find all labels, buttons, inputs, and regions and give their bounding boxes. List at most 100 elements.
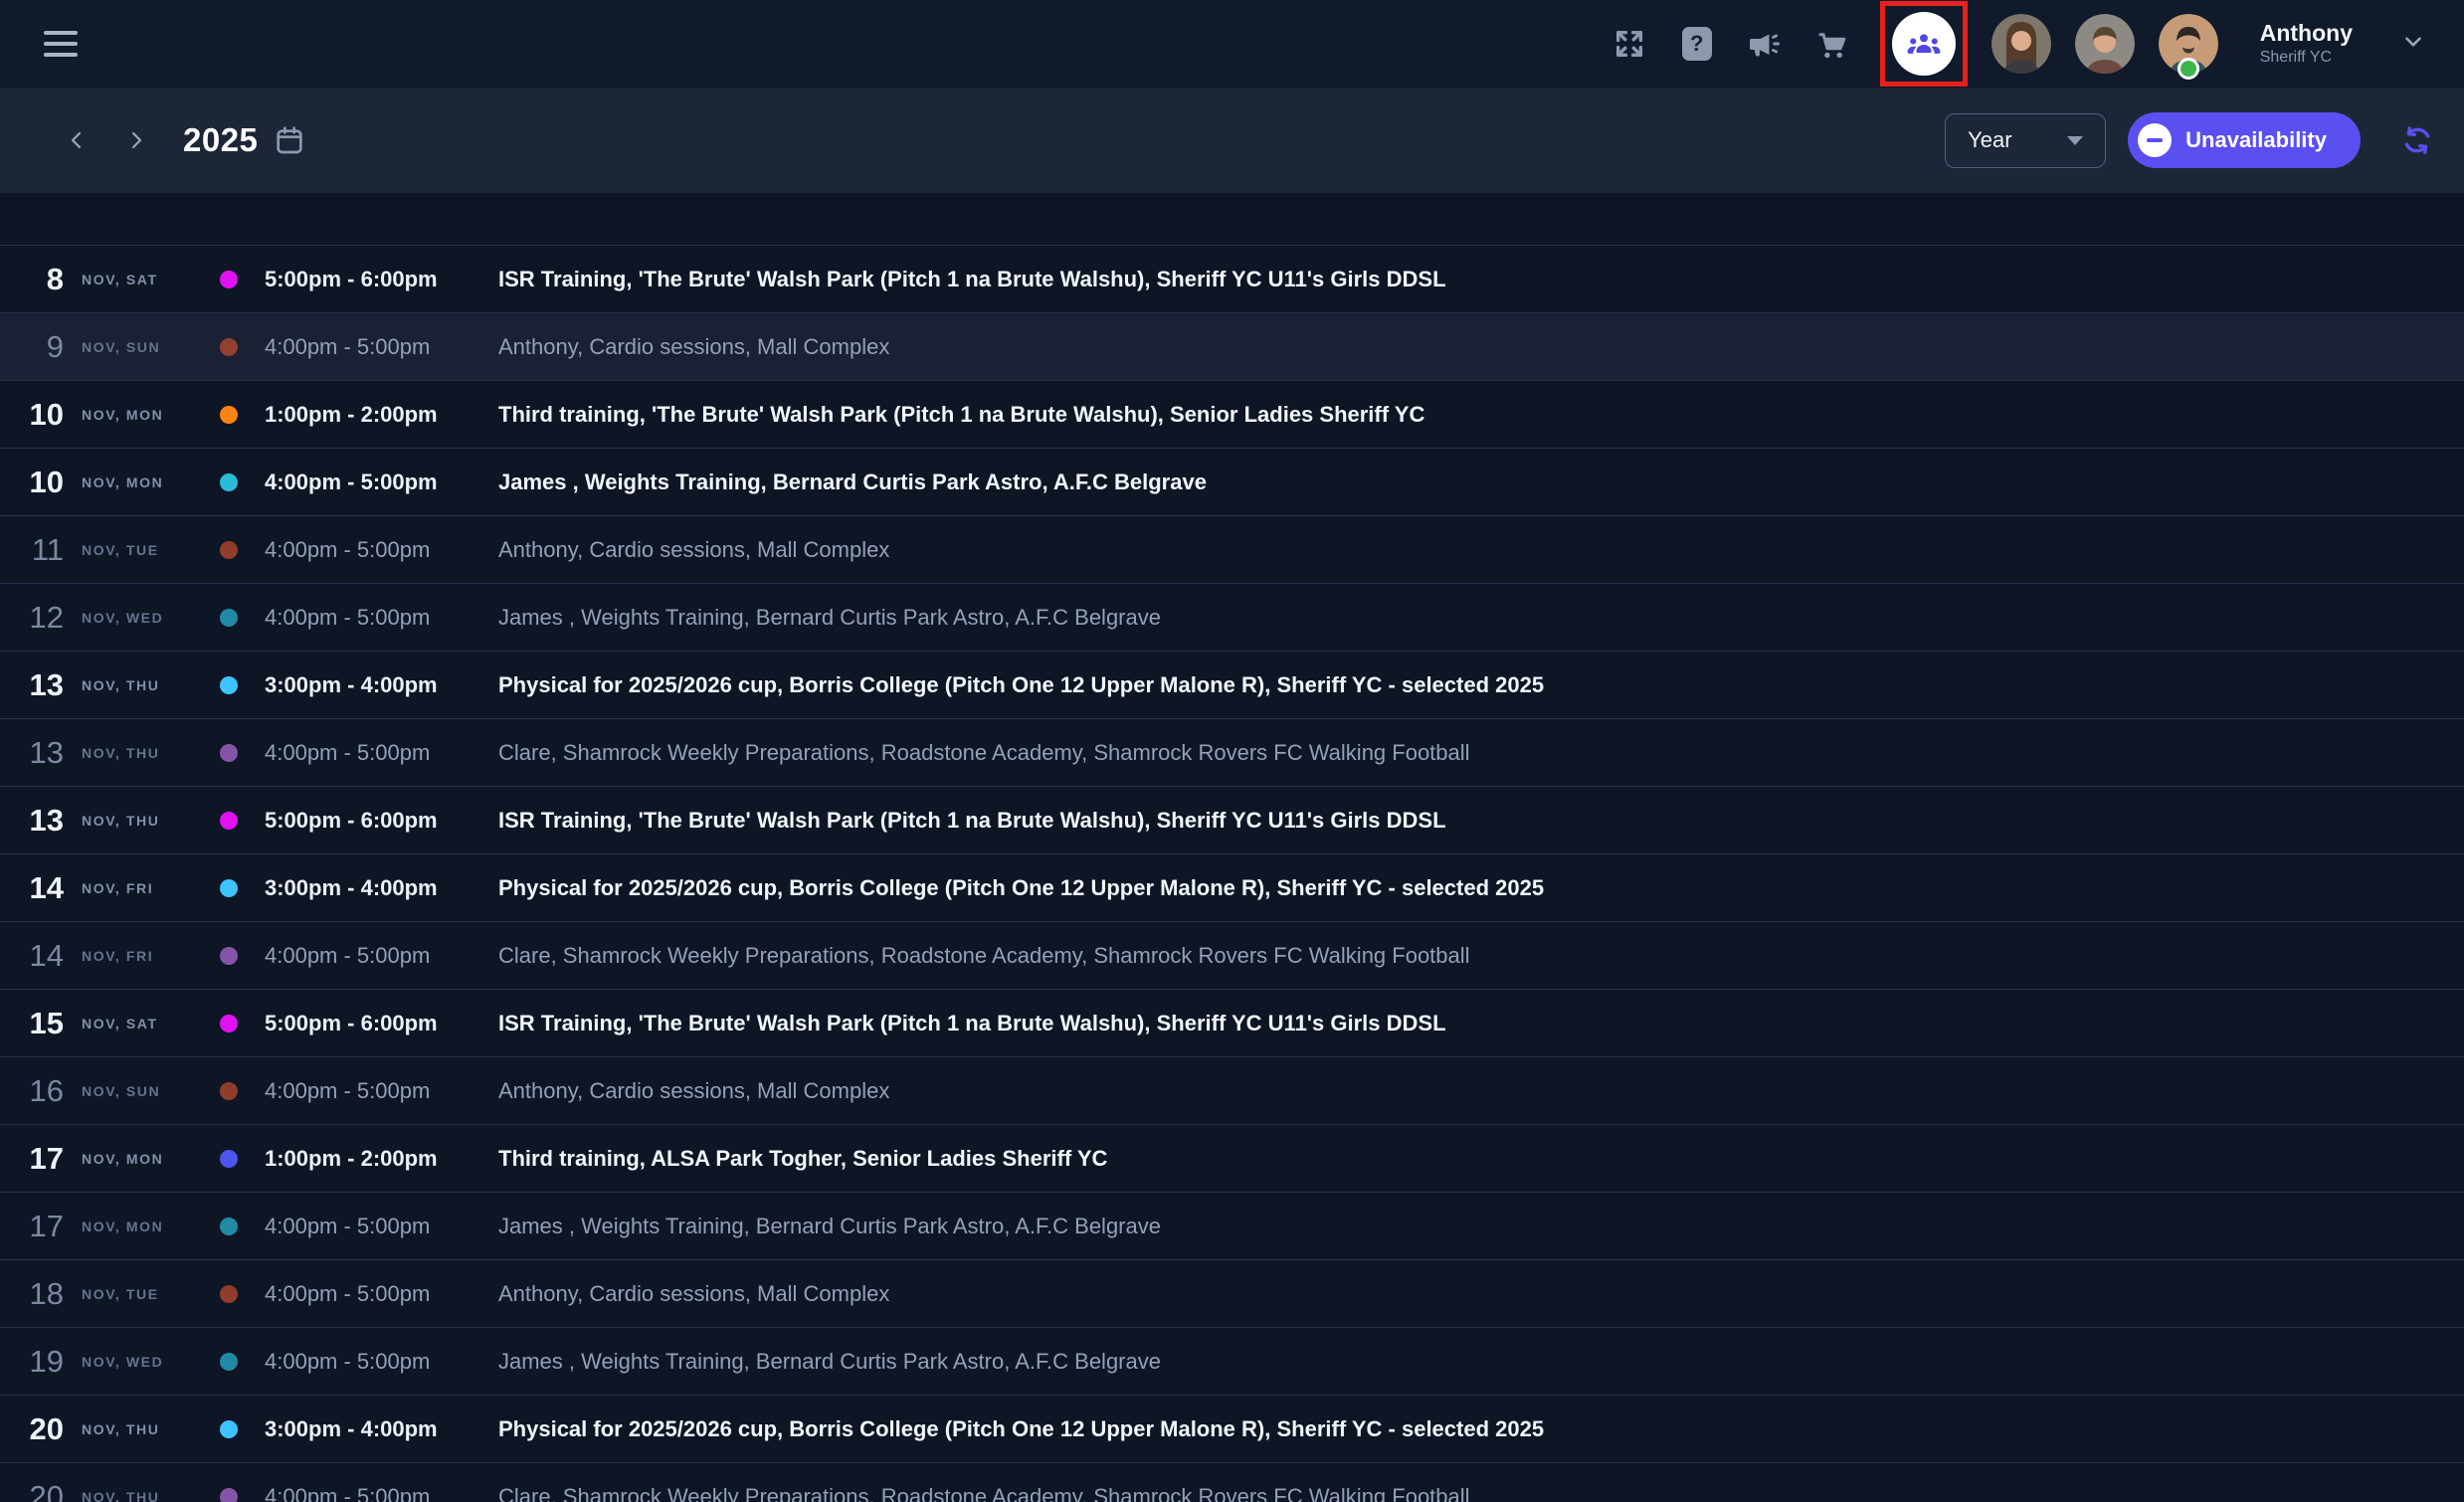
event-row[interactable]: 20 NOV, THU 3:00pm - 4:00pm Physical for… <box>0 1395 2464 1462</box>
people-group-icon <box>1905 25 1943 63</box>
event-row[interactable]: 13 NOV, THU 5:00pm - 6:00pm ISR Training… <box>0 786 2464 853</box>
event-title: Third training, 'The Brute' Walsh Park (… <box>498 402 2464 428</box>
team-members-button[interactable] <box>1892 12 1956 76</box>
event-time: 5:00pm - 6:00pm <box>239 1011 498 1036</box>
event-title: Clare, Shamrock Weekly Preparations, Roa… <box>498 943 2464 969</box>
day-number: 20 <box>0 1479 64 1502</box>
teammate-avatar-3[interactable] <box>2159 14 2218 74</box>
topbar-actions: ? <box>1582 1 2434 87</box>
event-time: 4:00pm - 5:00pm <box>239 1484 498 1502</box>
event-color-dot <box>220 1353 238 1371</box>
event-row[interactable]: 20 NOV, THU 4:00pm - 5:00pm Clare, Shamr… <box>0 1462 2464 1502</box>
event-color-dot <box>220 609 238 627</box>
event-row[interactable]: 17 NOV, MON 1:00pm - 2:00pm Third traini… <box>0 1124 2464 1192</box>
day-number: 10 <box>0 465 64 500</box>
annotation-rectangle <box>1880 1 1968 87</box>
event-time: 4:00pm - 5:00pm <box>239 605 498 631</box>
day-label: NOV, TUE <box>64 542 219 558</box>
view-mode-value: Year <box>1968 127 2011 153</box>
view-mode-select[interactable]: Year <box>1945 113 2106 168</box>
event-row[interactable]: 14 NOV, FRI 4:00pm - 5:00pm Clare, Shamr… <box>0 921 2464 989</box>
day-label: NOV, FRI <box>64 948 219 964</box>
day-label: NOV, THU <box>64 677 219 693</box>
day-number: 13 <box>0 667 64 703</box>
event-row[interactable]: 10 NOV, MON 1:00pm - 2:00pm Third traini… <box>0 380 2464 448</box>
day-label: NOV, SUN <box>64 339 219 355</box>
event-color-dot <box>220 1218 238 1235</box>
help-icon[interactable]: ? <box>1677 24 1717 64</box>
calendar-toolbar: 2025 Year Unavailability <box>0 88 2464 193</box>
event-row[interactable]: 10 NOV, MON 4:00pm - 5:00pm James , Weig… <box>0 448 2464 515</box>
hamburger-menu-icon[interactable] <box>44 31 78 57</box>
day-label: NOV, THU <box>64 813 219 829</box>
day-label: NOV, MON <box>64 474 219 490</box>
event-row[interactable]: 14 NOV, FRI 3:00pm - 4:00pm Physical for… <box>0 853 2464 921</box>
toolbar-right: Year Unavailability <box>1945 112 2434 168</box>
event-title: Physical for 2025/2026 cup, Borris Colle… <box>498 1416 2464 1442</box>
announcements-icon[interactable] <box>1745 24 1785 64</box>
event-time: 4:00pm - 5:00pm <box>239 943 498 969</box>
day-number: 14 <box>0 938 64 974</box>
event-color-dot <box>220 947 238 965</box>
event-time: 5:00pm - 6:00pm <box>239 267 498 292</box>
day-label: NOV, TUE <box>64 1286 219 1302</box>
event-color-dot <box>220 338 238 356</box>
event-title: Clare, Shamrock Weekly Preparations, Roa… <box>498 740 2464 766</box>
event-color-dot <box>220 406 238 424</box>
event-time: 4:00pm - 5:00pm <box>239 334 498 360</box>
day-label: NOV, FRI <box>64 880 219 896</box>
event-row[interactable]: 13 NOV, THU 4:00pm - 5:00pm Clare, Shamr… <box>0 718 2464 786</box>
event-title: Third training, ALSA Park Togher, Senior… <box>498 1146 2464 1172</box>
day-number: 17 <box>0 1141 64 1177</box>
user-team: Sheriff YC <box>2260 48 2353 68</box>
event-title: ISR Training, 'The Brute' Walsh Park (Pi… <box>498 808 2464 834</box>
event-row[interactable]: 11 NOV, TUE 4:00pm - 5:00pm Anthony, Car… <box>0 515 2464 583</box>
event-row[interactable]: 18 NOV, TUE 4:00pm - 5:00pm Anthony, Car… <box>0 1259 2464 1327</box>
prev-period-button[interactable] <box>60 122 95 158</box>
day-number: 11 <box>0 532 64 568</box>
event-row[interactable]: 9 NOV, SUN 4:00pm - 5:00pm Anthony, Card… <box>0 312 2464 380</box>
event-row[interactable]: 8 NOV, SAT 5:00pm - 6:00pm ISR Training,… <box>0 245 2464 312</box>
event-color-dot <box>220 1285 238 1303</box>
event-color-dot <box>220 271 238 288</box>
event-time: 3:00pm - 4:00pm <box>239 672 498 698</box>
day-label: NOV, THU <box>64 1489 219 1502</box>
event-row[interactable]: 16 NOV, SUN 4:00pm - 5:00pm Anthony, Car… <box>0 1056 2464 1124</box>
unavailability-button[interactable]: Unavailability <box>2128 112 2361 168</box>
day-number: 9 <box>0 329 64 365</box>
event-time: 4:00pm - 5:00pm <box>239 537 498 563</box>
event-time: 1:00pm - 2:00pm <box>239 402 498 428</box>
event-row[interactable]: 13 NOV, THU 3:00pm - 4:00pm Physical for… <box>0 651 2464 718</box>
event-title: James , Weights Training, Bernard Curtis… <box>498 469 2464 495</box>
fullscreen-icon[interactable] <box>1610 24 1649 64</box>
current-user[interactable]: Anthony Sheriff YC <box>2260 19 2353 68</box>
event-color-dot <box>220 1082 238 1100</box>
day-number: 13 <box>0 803 64 839</box>
day-label: NOV, MON <box>64 1219 219 1234</box>
next-period-button[interactable] <box>117 122 153 158</box>
day-label: NOV, SAT <box>64 272 219 287</box>
event-title: ISR Training, 'The Brute' Walsh Park (Pi… <box>498 1011 2464 1036</box>
day-number: 14 <box>0 870 64 906</box>
online-status-dot <box>2178 58 2199 80</box>
cart-icon[interactable] <box>1812 24 1852 64</box>
sync-icon[interactable] <box>2400 123 2434 157</box>
event-color-dot <box>220 676 238 694</box>
event-row[interactable]: 12 NOV, WED 4:00pm - 5:00pm James , Weig… <box>0 583 2464 651</box>
event-row[interactable]: 17 NOV, MON 4:00pm - 5:00pm James , Weig… <box>0 1192 2464 1259</box>
day-number: 16 <box>0 1073 64 1109</box>
event-time: 5:00pm - 6:00pm <box>239 808 498 834</box>
top-bar: ? <box>0 0 2464 88</box>
day-number: 10 <box>0 397 64 433</box>
teammate-avatar-1[interactable] <box>1991 14 2051 74</box>
day-label: NOV, WED <box>64 610 219 626</box>
teammate-avatar-2[interactable] <box>2075 14 2135 74</box>
chevron-down-icon[interactable] <box>2400 29 2426 58</box>
event-row[interactable]: 19 NOV, WED 4:00pm - 5:00pm James , Weig… <box>0 1327 2464 1395</box>
day-number: 20 <box>0 1411 64 1447</box>
day-label: NOV, THU <box>64 1421 219 1437</box>
event-title: Clare, Shamrock Weekly Preparations, Roa… <box>498 1484 2464 1502</box>
chevron-right-icon <box>123 128 147 152</box>
calendar-icon[interactable] <box>274 122 305 158</box>
event-row[interactable]: 15 NOV, SAT 5:00pm - 6:00pm ISR Training… <box>0 989 2464 1056</box>
